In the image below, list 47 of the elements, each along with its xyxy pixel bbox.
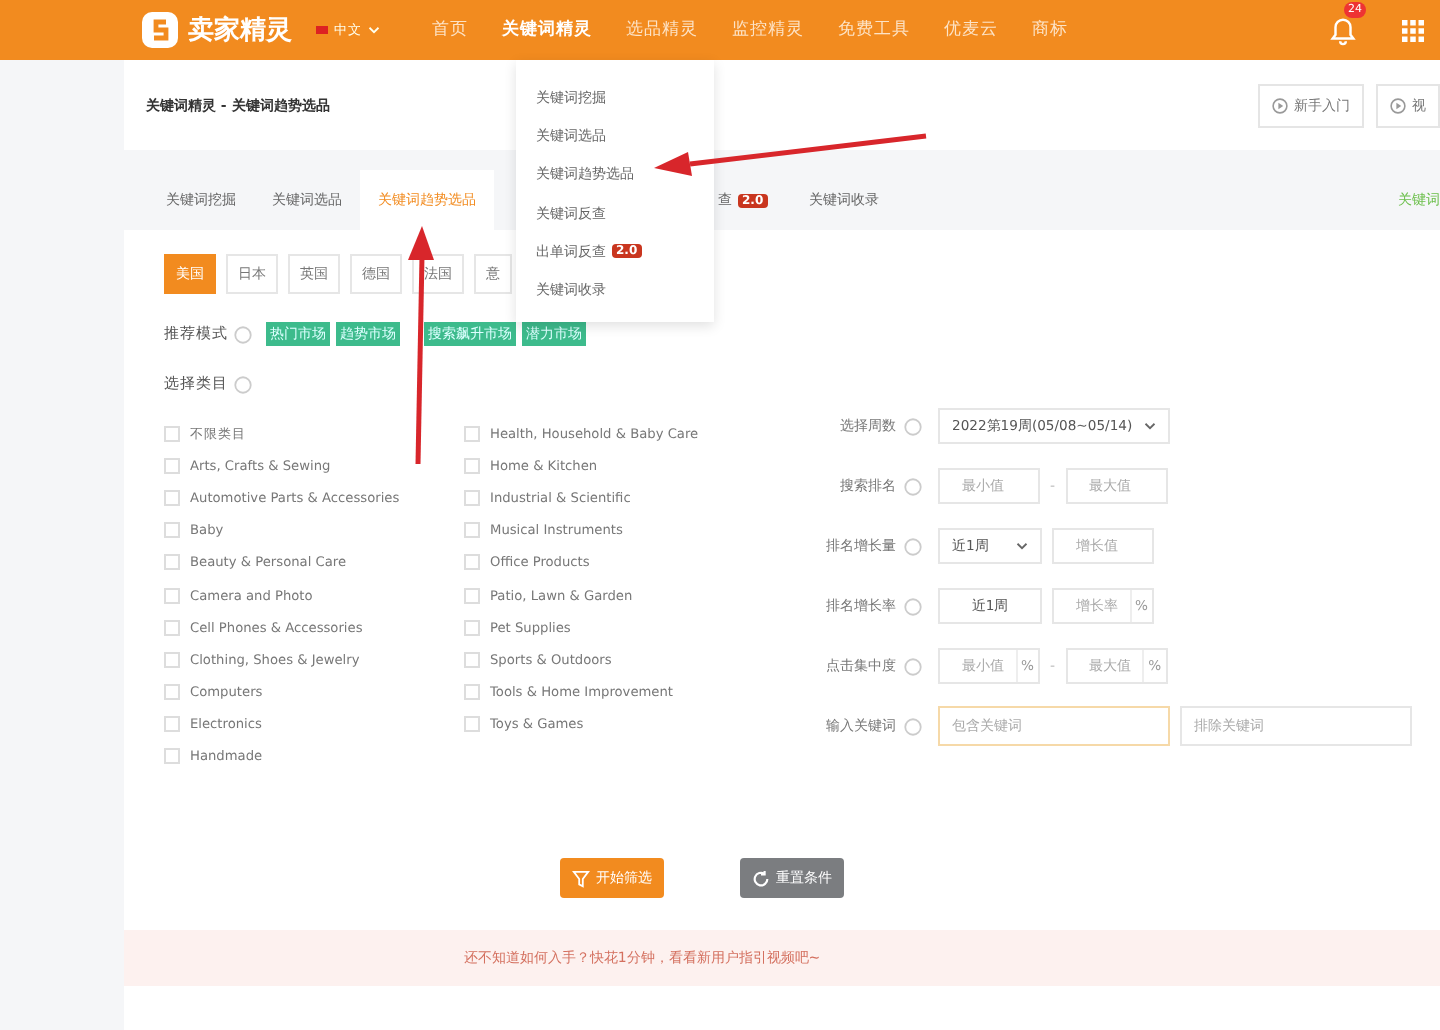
- checkbox[interactable]: [164, 587, 180, 604]
- checkbox[interactable]: [164, 651, 180, 668]
- help-icon: [904, 717, 922, 735]
- checkbox[interactable]: [464, 651, 480, 668]
- logo-text: 卖家精灵: [188, 13, 292, 48]
- checkbox[interactable]: [464, 587, 480, 604]
- nav-item[interactable]: 关键词精灵: [502, 18, 592, 42]
- checkbox[interactable]: [164, 554, 180, 571]
- checkbox[interactable]: [464, 458, 480, 475]
- nav-item[interactable]: 免费工具: [838, 18, 910, 42]
- filter-icon: [572, 869, 590, 888]
- refresh-icon: [752, 869, 770, 888]
- bell-icon[interactable]: [1328, 15, 1358, 45]
- checkbox[interactable]: [464, 683, 480, 700]
- help-icon: [904, 417, 922, 435]
- checkbox[interactable]: [164, 747, 180, 764]
- help-icon: [234, 325, 252, 343]
- checkbox[interactable]: [464, 554, 480, 571]
- play-icon: [1272, 97, 1288, 113]
- help-icon: [904, 537, 922, 555]
- checkbox[interactable]: [164, 683, 180, 700]
- checkbox[interactable]: [464, 426, 480, 443]
- checkbox[interactable]: [464, 715, 480, 732]
- nav-item[interactable]: 监控精灵: [732, 18, 804, 42]
- chevron-down-icon: [368, 26, 380, 34]
- help-icon: [904, 597, 922, 615]
- help-icon: [904, 657, 922, 675]
- apps-grid-icon[interactable]: [1402, 19, 1424, 41]
- help-icon: [234, 375, 252, 393]
- logo-icon: [140, 10, 180, 50]
- checkbox[interactable]: [164, 458, 180, 475]
- chevron-down-icon: [1016, 542, 1028, 550]
- nav-item[interactable]: 首页: [432, 18, 468, 42]
- checkbox[interactable]: [464, 522, 480, 539]
- checkbox[interactable]: [464, 490, 480, 507]
- play-icon: [1390, 97, 1406, 113]
- help-icon: [904, 477, 922, 495]
- checkbox[interactable]: [164, 522, 180, 539]
- nav-item[interactable]: 商标: [1032, 18, 1068, 42]
- checkbox[interactable]: [164, 715, 180, 732]
- chevron-down-icon: [1144, 422, 1156, 430]
- checkbox[interactable]: [164, 426, 180, 443]
- nav-item[interactable]: 选品精灵: [626, 18, 698, 42]
- nav-item[interactable]: 优麦云: [944, 18, 998, 42]
- checkbox[interactable]: [164, 619, 180, 636]
- checkbox[interactable]: [164, 490, 180, 507]
- checkbox[interactable]: [464, 619, 480, 636]
